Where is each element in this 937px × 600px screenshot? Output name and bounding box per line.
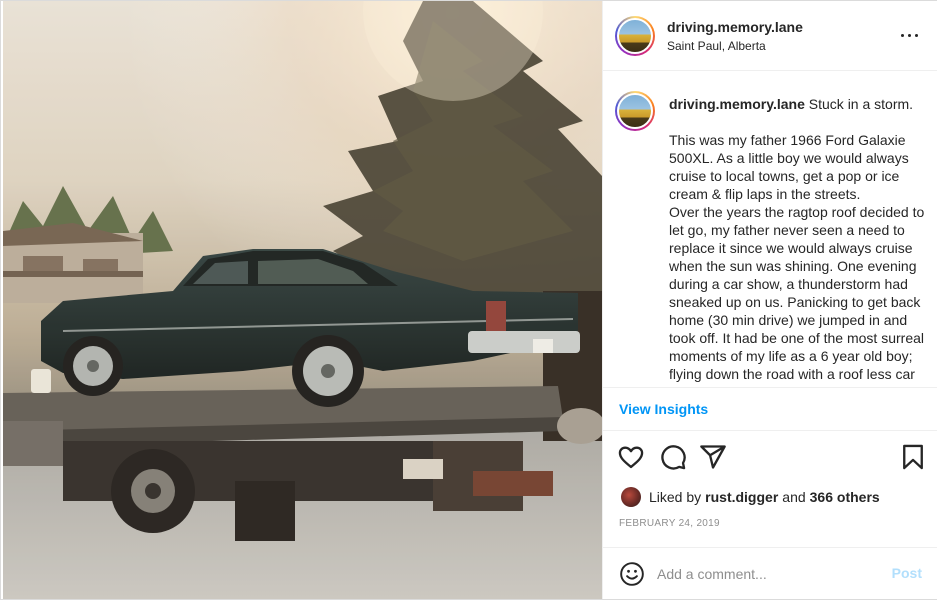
share-icon[interactable] (699, 443, 727, 471)
comment-icon[interactable] (659, 443, 687, 471)
emoji-icon[interactable] (619, 561, 645, 587)
profile-avatar[interactable] (615, 16, 655, 56)
heart-icon[interactable] (617, 443, 645, 471)
liker-username[interactable]: rust.digger (705, 489, 778, 505)
caption-paragraph-2: Over the years the ragtop roof decided t… (669, 204, 925, 387)
header-username[interactable]: driving.memory.lane (667, 19, 803, 35)
insights-row: View Insights (603, 387, 937, 431)
caption-username[interactable]: driving.memory.lane (669, 96, 805, 112)
caption-avatar[interactable] (615, 91, 655, 131)
post-photo[interactable] (3, 1, 602, 599)
post-header: driving.memory.lane Saint Paul, Alberta (603, 1, 937, 71)
instagram-post: driving.memory.lane Saint Paul, Alberta … (0, 0, 937, 600)
post-sidebar: driving.memory.lane Saint Paul, Alberta … (602, 1, 937, 599)
more-options-icon[interactable] (900, 27, 920, 43)
action-bar (603, 439, 937, 479)
post-comment-button[interactable]: Post (892, 565, 922, 581)
comment-input[interactable] (657, 563, 877, 585)
vintage-car-on-tow-truck-image (3, 1, 602, 599)
likes-summary[interactable]: Liked by rust.digger and 366 others (621, 487, 884, 507)
likes-connector: and (782, 489, 806, 505)
caption-first-line: Stuck in a storm. (808, 96, 914, 112)
caption-paragraph-1: This was my father 1966 Ford Galaxie 500… (669, 132, 909, 202)
liker-avatar[interactable] (621, 487, 641, 507)
bookmark-icon[interactable] (899, 443, 927, 471)
caption-section[interactable]: driving.memory.lane Stuck in a storm. Th… (603, 72, 937, 387)
post-date[interactable]: FEBRUARY 24, 2019 (619, 518, 720, 529)
view-insights-link[interactable]: View Insights (619, 401, 708, 417)
likes-prefix: Liked by (649, 489, 702, 505)
caption-text: driving.memory.lane Stuck in a storm. Th… (669, 95, 925, 387)
likes-others-count[interactable]: 366 others (810, 489, 880, 505)
comment-bar: Post (603, 547, 937, 599)
header-location[interactable]: Saint Paul, Alberta (667, 39, 766, 53)
